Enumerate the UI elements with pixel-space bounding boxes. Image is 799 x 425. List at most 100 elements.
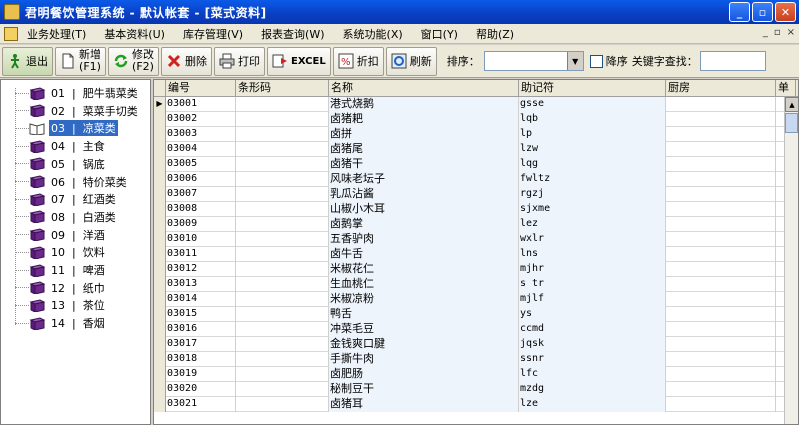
- cell-name[interactable]: 鸭舌: [329, 307, 519, 322]
- chevron-down-icon[interactable]: ▼: [566, 52, 583, 70]
- tree-item-09[interactable]: 09 | 洋酒: [1, 226, 107, 244]
- cell-abbr[interactable]: mjlf: [519, 292, 666, 307]
- tree-item-04[interactable]: 04 | 主食: [1, 137, 107, 155]
- cell-abbr[interactable]: fwltz: [519, 172, 666, 187]
- cell-abbr[interactable]: lze: [519, 397, 666, 412]
- cell-kitchen[interactable]: [666, 397, 776, 412]
- tree-item-13[interactable]: 13 | 茶位: [1, 296, 107, 314]
- cell-name[interactable]: 金钱爽口腱: [329, 337, 519, 352]
- cell-kitchen[interactable]: [666, 247, 776, 262]
- cell-barcode[interactable]: [236, 97, 329, 112]
- vertical-scrollbar[interactable]: ▲: [784, 97, 798, 424]
- table-row[interactable]: 03012 米椒花仁 mjhr: [154, 262, 784, 277]
- cell-name[interactable]: 秘制豆干: [329, 382, 519, 397]
- tree-item-01[interactable]: 01 | 肥牛翡菜类: [1, 84, 140, 102]
- cell-abbr[interactable]: gsse: [519, 97, 666, 112]
- cell-code[interactable]: 03002: [166, 112, 236, 127]
- cell-code[interactable]: 03007: [166, 187, 236, 202]
- column-header-unit[interactable]: 单: [776, 80, 796, 97]
- cell-code[interactable]: 03004: [166, 142, 236, 157]
- table-row[interactable]: 03009 卤鹅掌 lez: [154, 217, 784, 232]
- cell-code[interactable]: 03009: [166, 217, 236, 232]
- cell-name[interactable]: 卤猪耳: [329, 397, 519, 412]
- table-row[interactable]: 03015 鸭舌 ys: [154, 307, 784, 322]
- tree-item-03[interactable]: 03 | 凉菜类: [1, 119, 118, 137]
- table-row[interactable]: 03013 生血桃仁 s tr: [154, 277, 784, 292]
- cell-name[interactable]: 五香驴肉: [329, 232, 519, 247]
- cell-code[interactable]: 03017: [166, 337, 236, 352]
- close-button[interactable]: ✕: [775, 2, 796, 22]
- cell-code[interactable]: 03014: [166, 292, 236, 307]
- cell-code[interactable]: 03010: [166, 232, 236, 247]
- scroll-up-icon[interactable]: ▲: [785, 97, 798, 112]
- cell-kitchen[interactable]: [666, 112, 776, 127]
- cell-code[interactable]: 03005: [166, 157, 236, 172]
- cell-abbr[interactable]: rgzj: [519, 187, 666, 202]
- cell-abbr[interactable]: jqsk: [519, 337, 666, 352]
- table-row[interactable]: 03004 卤猪尾 lzw: [154, 142, 784, 157]
- cell-code[interactable]: 03011: [166, 247, 236, 262]
- menu-window[interactable]: 窗口(Y): [415, 26, 470, 42]
- cell-code[interactable]: 03015: [166, 307, 236, 322]
- table-row[interactable]: 03010 五香驴肉 wxlr: [154, 232, 784, 247]
- cell-kitchen[interactable]: [666, 382, 776, 397]
- column-header-abbr[interactable]: 助记符: [519, 80, 666, 97]
- tree-item-12[interactable]: 12 | 纸巾: [1, 279, 107, 297]
- column-header-barcode[interactable]: 条形码: [236, 80, 329, 97]
- cell-kitchen[interactable]: [666, 97, 776, 112]
- cell-name[interactable]: 卤肥肠: [329, 367, 519, 382]
- restore-button[interactable]: ▫: [752, 2, 773, 22]
- cell-name[interactable]: 山椒小木耳: [329, 202, 519, 217]
- discount-button[interactable]: % 折扣: [332, 46, 384, 76]
- table-row[interactable]: 03002 卤猪耙 lqb: [154, 112, 784, 127]
- cell-kitchen[interactable]: [666, 307, 776, 322]
- minimize-button[interactable]: _: [729, 2, 750, 22]
- keyword-search-input[interactable]: [699, 51, 766, 71]
- cell-kitchen[interactable]: [666, 292, 776, 307]
- cell-kitchen[interactable]: [666, 202, 776, 217]
- cell-barcode[interactable]: [236, 367, 329, 382]
- cell-name[interactable]: 手撕牛肉: [329, 352, 519, 367]
- cell-kitchen[interactable]: [666, 187, 776, 202]
- scroll-thumb[interactable]: [785, 113, 798, 133]
- table-row[interactable]: ▶ 03001 港式烧鹅 gsse: [154, 97, 784, 112]
- cell-code[interactable]: 03008: [166, 202, 236, 217]
- cell-code[interactable]: 03003: [166, 127, 236, 142]
- cell-name[interactable]: 卤牛舌: [329, 247, 519, 262]
- cell-name[interactable]: 港式烧鹅: [329, 97, 519, 112]
- cell-abbr[interactable]: mjhr: [519, 262, 666, 277]
- cell-name[interactable]: 冲菜毛豆: [329, 322, 519, 337]
- cell-name[interactable]: 卤鹅掌: [329, 217, 519, 232]
- cell-abbr[interactable]: sjxme: [519, 202, 666, 217]
- cell-barcode[interactable]: [236, 352, 329, 367]
- print-button[interactable]: 打印: [214, 46, 265, 76]
- cell-kitchen[interactable]: [666, 172, 776, 187]
- cell-code[interactable]: 03001: [166, 97, 236, 112]
- tree-item-06[interactable]: 06 | 特价菜类: [1, 173, 129, 191]
- cell-barcode[interactable]: [236, 292, 329, 307]
- cell-code[interactable]: 03021: [166, 397, 236, 412]
- cell-abbr[interactable]: lfc: [519, 367, 666, 382]
- delete-button[interactable]: 删除: [161, 46, 212, 76]
- cell-barcode[interactable]: [236, 262, 329, 277]
- cell-kitchen[interactable]: [666, 322, 776, 337]
- tree-item-08[interactable]: 08 | 白酒类: [1, 208, 118, 226]
- cell-code[interactable]: 03012: [166, 262, 236, 277]
- cell-name[interactable]: 卤拼: [329, 127, 519, 142]
- column-header-code[interactable]: 编号: [166, 80, 236, 97]
- menu-business[interactable]: 业务处理(T): [21, 26, 98, 42]
- cell-kitchen[interactable]: [666, 352, 776, 367]
- cell-abbr[interactable]: lez: [519, 217, 666, 232]
- cell-name[interactable]: 卤猪尾: [329, 142, 519, 157]
- tree-item-10[interactable]: 10 | 饮料: [1, 243, 107, 261]
- mdi-restore-button[interactable]: ▫: [774, 27, 781, 38]
- cell-abbr[interactable]: wxlr: [519, 232, 666, 247]
- refresh-button[interactable]: 刷新: [385, 46, 437, 76]
- tree-item-05[interactable]: 05 | 锅底: [1, 155, 107, 173]
- cell-abbr[interactable]: lzw: [519, 142, 666, 157]
- cell-kitchen[interactable]: [666, 127, 776, 142]
- edit-button[interactable]: 修改 (F2): [108, 46, 159, 76]
- cell-name[interactable]: 生血桃仁: [329, 277, 519, 292]
- cell-abbr[interactable]: ys: [519, 307, 666, 322]
- cell-abbr[interactable]: lqg: [519, 157, 666, 172]
